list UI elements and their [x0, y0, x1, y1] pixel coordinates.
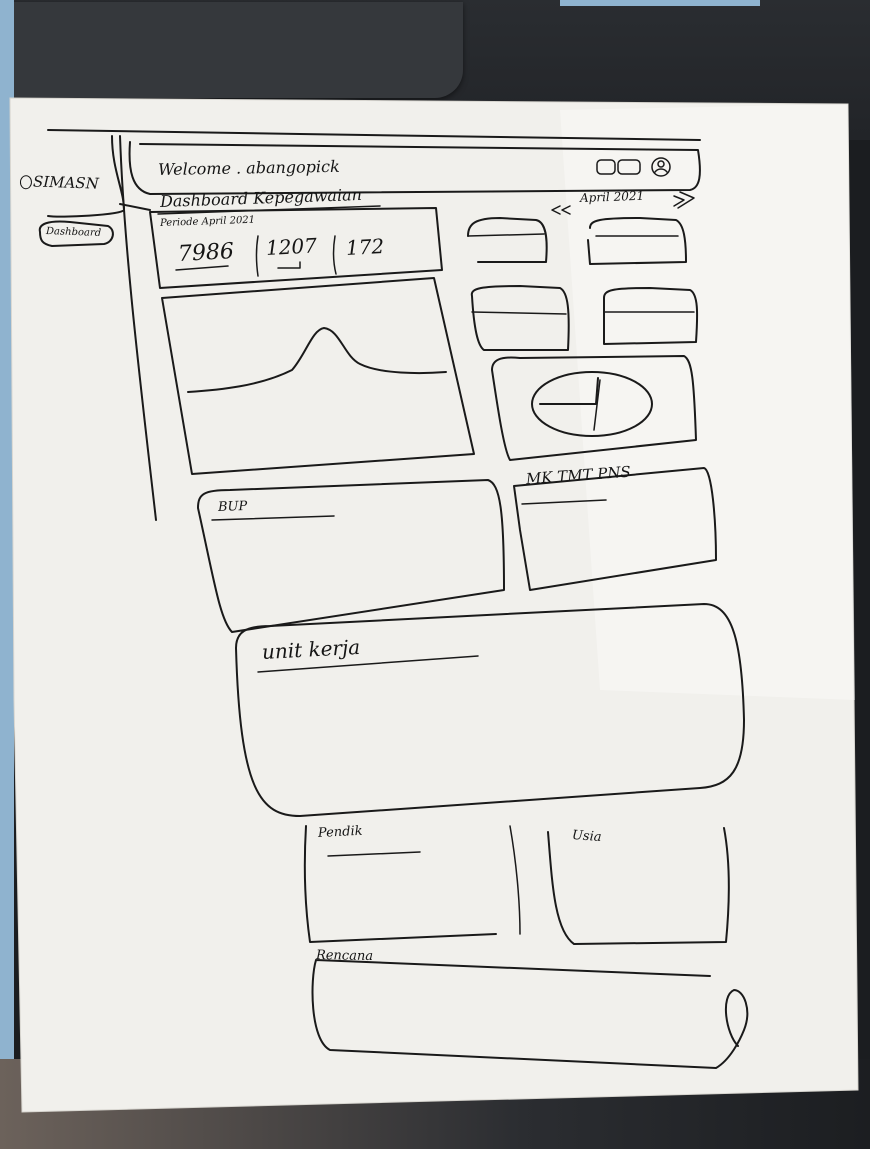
bup-title: BUP: [217, 498, 248, 515]
usia-title: Usia: [571, 828, 602, 846]
pendidikan-title: Pendik: [317, 823, 363, 841]
unit-kerja-title: unit kerja: [261, 634, 361, 664]
rencana-title: Rencana: [315, 948, 374, 964]
welcome-text: Welcome . abangopick: [157, 156, 340, 179]
summary-value-3: 172: [345, 234, 385, 260]
sidebar-item-dashboard-label[interactable]: Dashboard: [46, 226, 101, 239]
logo-icon: [19, 175, 33, 190]
paper-sketch: [9, 97, 859, 1113]
summary-value-1: 7986: [177, 239, 235, 267]
summary-value-2: 1207: [265, 233, 318, 260]
sidebar-logo: SIMASN: [19, 172, 99, 193]
period-nav-label[interactable]: April 2021: [580, 189, 645, 205]
